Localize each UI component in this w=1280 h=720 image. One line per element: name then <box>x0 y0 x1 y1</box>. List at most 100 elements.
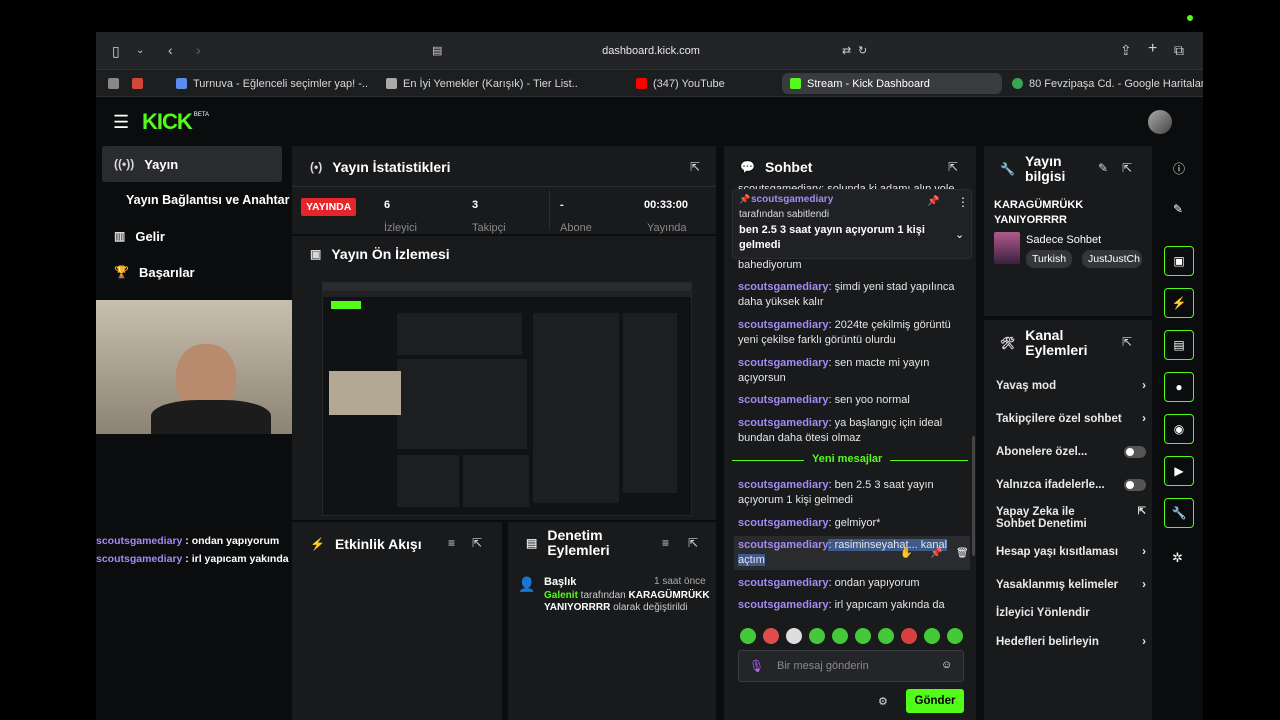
preview-stats <box>397 313 522 355</box>
chevron-down-icon[interactable]: ⌄ <box>955 228 964 241</box>
popout-icon[interactable]: ⇱ <box>690 160 700 174</box>
tag[interactable]: Turkish <box>1026 250 1073 268</box>
pinned-tab-icon[interactable] <box>108 78 119 89</box>
unpin-icon[interactable]: 📌 <box>927 196 939 207</box>
chat-input[interactable]: 🎙 Bir mesaj gönderin ☺ <box>738 650 964 682</box>
kick-logo[interactable]: KICK BETA <box>142 109 209 135</box>
tab-tier-list[interactable]: En İyi Yemekler (Karışık) - Tier List... <box>378 73 578 94</box>
toggle[interactable] <box>1124 479 1146 491</box>
settings-icon[interactable]: ✲ <box>1172 550 1183 566</box>
toggle[interactable] <box>1124 446 1146 458</box>
filter-icon[interactable]: ≡ <box>448 536 455 550</box>
preview-chat <box>533 313 619 503</box>
popout-icon[interactable]: ⇱ <box>1122 161 1132 175</box>
category-thumbnail[interactable] <box>994 232 1020 264</box>
sidebar-item-yayin[interactable]: ((•)) Yayın <box>102 146 282 182</box>
ai-moderation[interactable]: Yapay Zeka ile Sohbet Denetimi ⇱ <box>996 506 1146 530</box>
wrench-icon[interactable]: 🔧 <box>1164 498 1194 528</box>
wrench-icon: 🔧 <box>1000 162 1015 176</box>
tab-overview-icon[interactable]: ⧉ <box>1174 43 1184 57</box>
back-icon[interactable]: ‹ <box>168 43 173 57</box>
tab-youtube[interactable]: (347) YouTube <box>628 73 778 94</box>
tab-turnuva[interactable]: Turnuva - Eğlenceli seçimler yap! -... <box>168 73 368 94</box>
popout-icon[interactable]: ⇱ <box>472 536 482 550</box>
hand-cursor-icon: ✋ <box>900 548 913 559</box>
popout-icon[interactable]: ⇱ <box>688 536 698 550</box>
edit-icon[interactable]: ✎ <box>1098 161 1108 175</box>
maps-icon <box>1012 78 1023 89</box>
tab-bar: Turnuva - Eğlenceli seçimler yap! -... E… <box>96 70 1203 97</box>
set-goals[interactable]: Hedefleri belirleyin › <box>996 636 1146 648</box>
bolt-icon[interactable]: ⚡ <box>1164 288 1194 318</box>
video-icon[interactable]: ▶ <box>1164 456 1194 486</box>
pinned-message[interactable]: 📌 scoutsgamediary tarafından sabitlendi … <box>732 189 972 259</box>
emote-icon[interactable] <box>924 628 940 644</box>
chevron-down-icon[interactable]: ⌄ <box>136 44 144 58</box>
trophy-icon: 🏆 <box>114 265 129 279</box>
settings-icon[interactable]: ⚙ <box>878 695 888 708</box>
account-age-restriction[interactable]: Hesap yaşı kısıtlaması › <box>996 546 1146 558</box>
reload-icon[interactable]: ↻ <box>858 44 867 58</box>
emote-icon[interactable] <box>878 628 894 644</box>
bolt-icon: ⚡ <box>310 537 325 551</box>
popout-icon[interactable]: ⇱ <box>948 160 958 174</box>
stream-preview-video[interactable] <box>322 282 692 516</box>
youtube-icon <box>636 78 647 89</box>
sidebar-toggle-icon[interactable]: ▯ <box>112 44 120 58</box>
emotes-only[interactable]: Yalnızca ifadelerle... <box>996 479 1146 491</box>
user-edit-icon: 👤 <box>518 576 536 592</box>
emote-icon[interactable] <box>855 628 871 644</box>
follower-label: Takipçi <box>472 222 506 234</box>
gmail-icon[interactable] <box>132 78 143 89</box>
delete-icon[interactable]: 🗑 <box>956 548 969 559</box>
screenshot-icon[interactable]: ▣ <box>1164 246 1194 276</box>
emote-icon[interactable] <box>901 628 917 644</box>
avatar[interactable] <box>1148 110 1172 134</box>
more-icon[interactable]: ⋮ <box>957 195 969 209</box>
sidebar-item-stream-key[interactable]: Yayın Bağlantısı ve Anahtar <box>114 182 314 218</box>
viewer-count: 6 <box>384 199 391 211</box>
new-tab-icon[interactable]: + <box>1148 41 1157 57</box>
tab-kick-dashboard[interactable]: Stream - Kick Dashboard <box>782 73 1002 94</box>
preview-logo <box>331 301 361 309</box>
tab-google-maps[interactable]: 80 Fevzipaşa Cd. - Google Haritalar <box>1004 73 1203 94</box>
banned-words[interactable]: Yasaklanmış kelimeler › <box>996 579 1146 591</box>
category-name[interactable]: Sadece Sohbet <box>1026 234 1101 246</box>
sub-label: Abone <box>560 222 592 234</box>
broadcast-icon[interactable]: ◉ <box>1164 414 1194 444</box>
menu-icon[interactable]: ☰ <box>113 112 129 133</box>
emote-bar <box>740 628 970 644</box>
document-icon[interactable]: ▤ <box>1164 330 1194 360</box>
sidebar-item-basarilar[interactable]: 🏆 Başarılar <box>102 254 282 290</box>
forward-icon[interactable]: › <box>196 43 201 57</box>
followers-only-chat[interactable]: Takipçilere özel sohbet › <box>996 413 1146 425</box>
emoji-icon[interactable]: ☺ <box>941 659 952 671</box>
chat-message: scoutsgamediary: ben 2.5 3 saat yayın aç… <box>738 479 934 506</box>
popout-icon[interactable]: ⇱ <box>1122 335 1132 349</box>
emote-icon[interactable] <box>947 628 963 644</box>
chat-bubble-icon[interactable]: ● <box>1164 372 1194 402</box>
emote-icon[interactable] <box>740 628 756 644</box>
sidebar-item-gelir[interactable]: ▥ Gelir <box>102 218 282 254</box>
chat-scrollbar[interactable] <box>972 436 975 556</box>
emote-icon[interactable] <box>786 628 802 644</box>
slow-mode[interactable]: Yavaş mod › <box>996 380 1146 392</box>
translate-icon[interactable]: ⇄ <box>842 44 851 58</box>
edit-icon[interactable]: ✎ <box>1173 202 1183 216</box>
subscribers-only[interactable]: Abonelere özel... <box>996 446 1146 458</box>
chat-header: 💬 Sohbet <box>740 159 813 175</box>
filter-icon[interactable]: ≡ <box>662 536 669 550</box>
info-icon[interactable]: ⓘ <box>1173 160 1185 177</box>
pin-icon[interactable]: 📌 <box>930 548 942 559</box>
tag[interactable]: JustJustCh <box>1082 250 1142 268</box>
mic-icon[interactable]: 🎙 <box>749 659 764 673</box>
preview-header: ▣ Yayın Ön İzlemesi <box>310 246 450 262</box>
emote-icon[interactable] <box>763 628 779 644</box>
emote-icon[interactable] <box>832 628 848 644</box>
send-button[interactable]: Gönder <box>906 689 964 713</box>
emote-icon[interactable] <box>809 628 825 644</box>
address-bar[interactable]: dashboard.kick.com <box>426 41 876 61</box>
share-icon[interactable]: ⇪ <box>1120 43 1132 57</box>
preview-inner <box>397 359 527 449</box>
viewer-redirect[interactable]: İzleyici Yönlendir <box>996 607 1146 619</box>
